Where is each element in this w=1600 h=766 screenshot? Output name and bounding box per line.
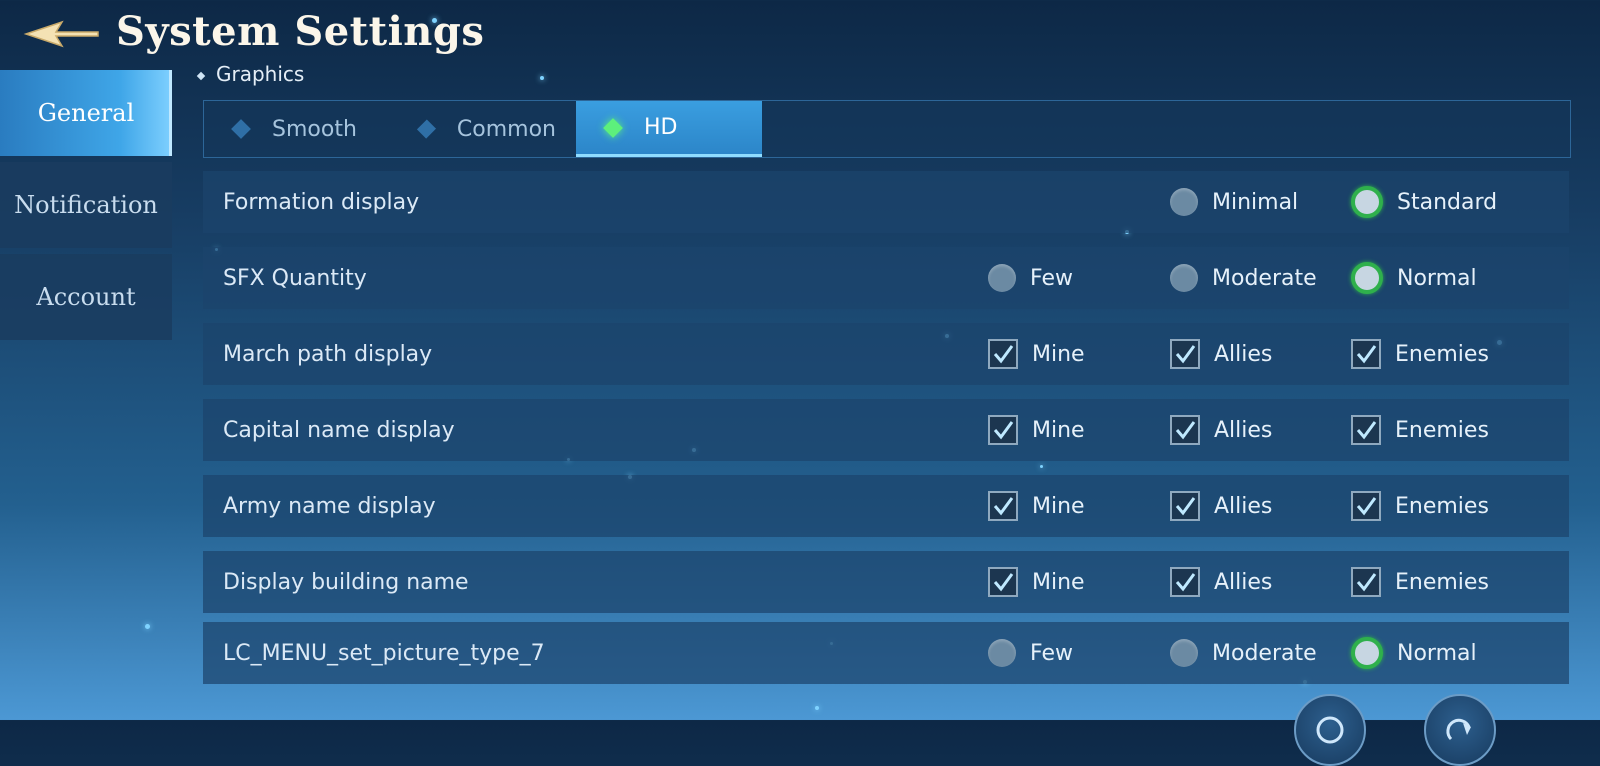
graphics-option-smooth[interactable]: Smooth [204, 101, 390, 157]
checkbox-checked[interactable] [1170, 339, 1200, 369]
checkbox-option-allies[interactable]: Allies [1170, 339, 1272, 369]
checkbox-checked[interactable] [1351, 339, 1381, 369]
graphics-option-common[interactable]: Common [390, 101, 576, 157]
radio-button[interactable] [988, 264, 1016, 292]
setting-label: SFX Quantity [223, 265, 367, 291]
checkbox-checked[interactable] [1351, 415, 1381, 445]
sidebar-tab-label: Notification [14, 191, 158, 219]
checkbox-option-allies[interactable]: Allies [1170, 415, 1272, 445]
radio-button[interactable] [1170, 188, 1198, 216]
check-icon [1356, 421, 1377, 440]
checkbox-option-mine[interactable]: Mine [988, 415, 1085, 445]
checkbox-checked[interactable] [1351, 567, 1381, 597]
check-icon [1175, 421, 1196, 440]
diamond-icon [416, 119, 436, 139]
radio-option-normal[interactable]: Normal [1351, 637, 1477, 669]
radio-button-selected[interactable] [1351, 186, 1383, 218]
checkbox-option-mine[interactable]: Mine [988, 491, 1085, 521]
circle-icon [1316, 716, 1344, 744]
check-icon [1356, 497, 1377, 516]
check-icon [993, 421, 1014, 440]
radio-button-selected[interactable] [1351, 637, 1383, 669]
check-icon [1356, 573, 1377, 592]
setting-row-display-building-name: Display building name Mine Allies Enemie… [203, 551, 1569, 613]
sidebar-tab-label: Account [36, 283, 136, 311]
graphics-option-hd[interactable]: HD [576, 101, 762, 157]
sidebar-tab-notification[interactable]: Notification [0, 162, 172, 248]
setting-label: Capital name display [223, 417, 455, 443]
setting-label: Formation display [223, 189, 420, 215]
check-icon [993, 497, 1014, 516]
check-icon [1356, 345, 1377, 364]
radio-option-moderate[interactable]: Moderate [1170, 639, 1317, 667]
sidebar: General Notification Account [0, 70, 172, 346]
graphics-quality-selector: Smooth Common HD [203, 100, 1571, 158]
setting-row-march-path-display: March path display Mine Allies Enemies [203, 323, 1569, 385]
check-icon [1175, 497, 1196, 516]
radio-option-standard[interactable]: Standard [1351, 186, 1497, 218]
checkbox-option-mine[interactable]: Mine [988, 339, 1085, 369]
setting-label: March path display [223, 341, 433, 367]
setting-row-sfx-quantity: SFX Quantity Few Moderate Normal [203, 247, 1569, 309]
setting-row-formation-display: Formation display Minimal Standard [203, 171, 1569, 233]
checkbox-checked[interactable] [1351, 491, 1381, 521]
checkbox-option-allies[interactable]: Allies [1170, 567, 1272, 597]
page-title: System Settings [116, 8, 485, 55]
setting-label: Display building name [223, 569, 469, 595]
sidebar-tab-account[interactable]: Account [0, 254, 172, 340]
checkbox-checked[interactable] [1170, 567, 1200, 597]
radio-button-selected[interactable] [1351, 262, 1383, 294]
radio-button[interactable] [1170, 264, 1198, 292]
radio-option-minimal[interactable]: Minimal [1170, 188, 1298, 216]
radio-option-few[interactable]: Few [988, 264, 1073, 292]
setting-row-picture-type-7: LC_MENU_set_picture_type_7 Few Moderate … [203, 622, 1569, 684]
checkbox-option-enemies[interactable]: Enemies [1351, 415, 1489, 445]
back-arrow-icon [23, 20, 99, 48]
radio-button[interactable] [1170, 639, 1198, 667]
radio-option-few[interactable]: Few [988, 639, 1073, 667]
checkbox-checked[interactable] [988, 491, 1018, 521]
setting-row-army-name-display: Army name display Mine Allies Enemies [203, 475, 1569, 537]
sidebar-tab-general[interactable]: General [0, 70, 172, 156]
checkbox-checked[interactable] [988, 415, 1018, 445]
radio-button[interactable] [988, 639, 1016, 667]
radio-option-normal[interactable]: Normal [1351, 262, 1477, 294]
checkbox-checked[interactable] [988, 339, 1018, 369]
diamond-icon [231, 119, 251, 139]
setting-label: LC_MENU_set_picture_type_7 [223, 640, 545, 666]
check-icon [1175, 573, 1196, 592]
bullet-icon [196, 71, 206, 80]
checkbox-option-allies[interactable]: Allies [1170, 491, 1272, 521]
checkbox-checked[interactable] [1170, 491, 1200, 521]
radio-option-moderate[interactable]: Moderate [1170, 264, 1317, 292]
bottom-circle-button[interactable] [1294, 694, 1366, 766]
setting-label: Army name display [223, 493, 436, 519]
sidebar-tab-label: General [37, 99, 135, 127]
refresh-icon [1446, 718, 1471, 741]
checkbox-checked[interactable] [988, 567, 1018, 597]
back-button[interactable] [22, 14, 102, 54]
checkbox-checked[interactable] [1170, 415, 1200, 445]
check-icon [993, 345, 1014, 364]
checkbox-option-mine[interactable]: Mine [988, 567, 1085, 597]
checkbox-option-enemies[interactable]: Enemies [1351, 339, 1489, 369]
check-icon [1175, 345, 1196, 364]
section-title-graphics: Graphics [196, 62, 304, 86]
header: System Settings [0, 0, 1600, 68]
checkbox-option-enemies[interactable]: Enemies [1351, 491, 1489, 521]
setting-row-capital-name-display: Capital name display Mine Allies Enemies [203, 399, 1569, 461]
check-icon [993, 573, 1014, 592]
checkbox-option-enemies[interactable]: Enemies [1351, 567, 1489, 597]
diamond-icon [603, 117, 623, 138]
refresh-button[interactable] [1424, 694, 1496, 766]
